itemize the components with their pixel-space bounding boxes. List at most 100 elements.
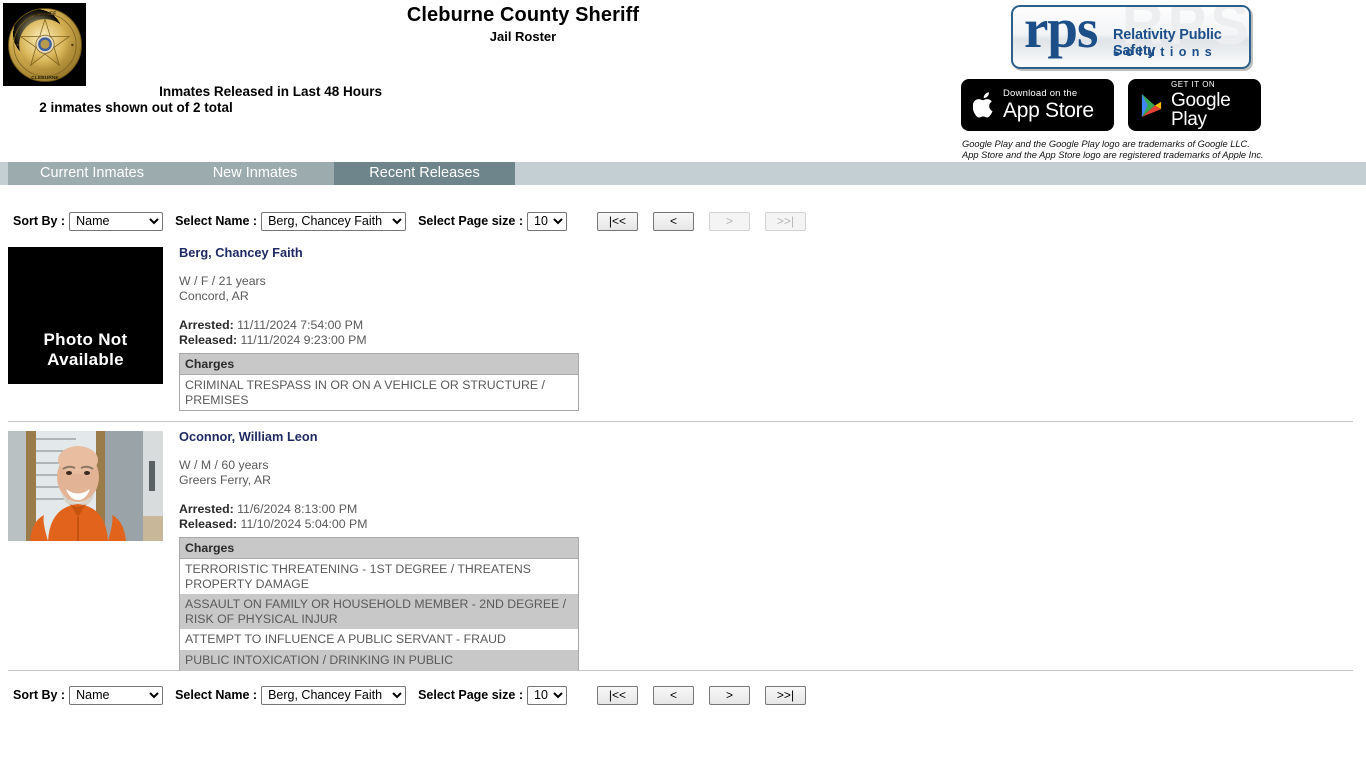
inmate-info: Berg, Chancey Faith W / F / 21 years Conco… (163, 238, 1366, 411)
arrested-value: 11/11/2024 7:54:00 PM (237, 318, 364, 332)
inmate-mugshot (8, 431, 163, 541)
last-page-button[interactable]: >>| (765, 685, 806, 705)
charge-description: PUBLIC INTOXICATION / DRINKING IN PUBLIC (179, 649, 579, 671)
inmate-demographics: W / M / 60 years Greers Ferry, AR (179, 458, 1366, 487)
inmate-dates: Arrested: 11/6/2024 8:13:00 PM Released: … (179, 502, 1366, 531)
legal-line-2: App Store and the App Store logo are reg… (962, 149, 1264, 160)
app-store-button[interactable]: Download on the App Store (961, 79, 1114, 131)
inmate-record: Photo Not Available Berg, Chancey Faith W /… (0, 238, 1366, 411)
charge-row: ATTEMPT TO INFLUENCE A PUBLIC SERVANT - … (179, 629, 579, 650)
page-title: Cleburne County Sheriff (406, 4, 640, 26)
inmate-name-link[interactable]: Berg, Chancey Faith (179, 245, 1366, 261)
arrested-label: Arrested: (179, 318, 234, 332)
charge-description: ATTEMPT TO INFLUENCE A PUBLIC SERVANT - … (179, 629, 579, 650)
charge-description: CRIMINAL TRESPASS IN OR ON A VEHICLE OR … (179, 374, 579, 411)
rps-logo: RPS rps Relativity Public Safety solutio… (1011, 5, 1251, 69)
next-page-button[interactable]: > (709, 685, 750, 705)
charge-row: TERRORISTIC THREATENING - 1ST DEGREE / T… (179, 558, 579, 594)
sort-by-label: Sort By : (13, 214, 66, 228)
next-page-button: > (709, 211, 750, 231)
sort-by-select[interactable]: Name (69, 685, 164, 705)
inmate-info: Oconnor, William Leon W / M / 60 years Gre… (163, 422, 1366, 671)
last-page-button: >>| (765, 211, 806, 231)
inmate-demographics: W / F / 21 years Concord, AR (179, 274, 1366, 303)
released-value: 11/11/2024 9:23:00 PM (240, 332, 367, 347)
inmate-race-sex-age: W / F / 21 years (179, 274, 266, 288)
charges-header-row: Charges (179, 353, 579, 375)
page-header: SHERIFF CLEBURNE Cleburne County Sheriff… (0, 0, 1366, 160)
google-play-big-text: Google Play (1171, 90, 1231, 130)
page-size-select[interactable]: 102550 (527, 685, 567, 705)
charges-column-header: Charges (179, 537, 579, 559)
legal-line-1: Google Play and the Google Play logo are… (962, 139, 1250, 149)
inmate-race-sex-age: W / M / 60 years (179, 458, 269, 472)
prev-page-button[interactable]: < (653, 211, 694, 231)
result-summary: Inmates Released in Last 48 Hours 2 inma… (0, 84, 382, 116)
tab-recent-releases[interactable]: Recent Releases (334, 162, 515, 185)
charge-description: TERRORISTIC THREATENING - 1ST DEGREE / T… (179, 558, 579, 594)
photo-na-line-2: Available (47, 350, 124, 369)
inmate-name-link[interactable]: Oconnor, William Leon (179, 429, 1366, 445)
footer-divider (8, 670, 1353, 671)
svg-text:CLEBURNE: CLEBURNE (31, 75, 59, 81)
sort-by-select[interactable]: Name (69, 211, 164, 231)
page-size-select[interactable]: 102550 (527, 211, 567, 231)
arrested-row: Arrested: 11/6/2024 8:13:00 PM (179, 502, 1366, 517)
photo-na-line-1: Photo Not (43, 330, 128, 349)
select-name-select[interactable]: Berg, Chancey FaithOconnor, William Leon (261, 211, 407, 231)
released-label: Released: (179, 332, 238, 347)
charges-table: Charges TERRORISTIC THREATENING - 1ST DEG… (179, 537, 579, 671)
shown-count: 2 inmates shown out of 2 total (39, 100, 233, 115)
tab-new-inmates[interactable]: New Inmates (176, 162, 334, 185)
prev-page-button[interactable]: < (653, 685, 694, 705)
google-play-label: GET IT ON Google Play (1171, 80, 1249, 130)
toolbar-bottom: Sort By : Name Select Name : Berg, Chancey … (0, 682, 1366, 708)
page-size-label: Select Page size : (418, 214, 523, 228)
arrested-value: 11/6/2024 8:13:00 PM (237, 502, 358, 516)
page-subtitle: Jail Roster (489, 29, 557, 44)
trademark-legal-text: Google Play and the Google Play logo are… (962, 139, 1264, 160)
page-size-label: Select Page size : (418, 688, 523, 702)
app-store-small-text: Download on the (1003, 87, 1078, 99)
released-row: Released: 11/11/2024 9:23:00 PM (179, 333, 1366, 348)
inmate-list: Photo Not Available Berg, Chancey Faith W /… (0, 238, 1366, 671)
charge-row: ASSAULT ON FAMILY OR HOUSEHOLD MEMBER - … (179, 594, 579, 629)
inmate-city-state: Concord, AR (179, 288, 249, 303)
sort-by-label: Sort By : (13, 688, 66, 702)
charge-row: PUBLIC INTOXICATION / DRINKING IN PUBLIC (179, 649, 579, 671)
google-play-small-text: GET IT ON (1171, 80, 1216, 89)
select-name-label: Select Name : (175, 214, 258, 228)
apple-logo-icon (973, 91, 995, 119)
app-store-big-text: App Store (1003, 99, 1094, 123)
tab-current-inmates[interactable]: Current Inmates (8, 162, 176, 185)
charge-row: CRIMINAL TRESPASS IN OR ON A VEHICLE OR … (179, 374, 579, 411)
rps-wordmark: rps (1024, 5, 1098, 59)
inmate-photo-container: Photo Not Available (8, 247, 163, 411)
arrested-label: Arrested: (179, 502, 234, 516)
tab-bar: Current Inmates New Inmates Recent Release… (0, 162, 1366, 185)
google-play-icon (1140, 93, 1163, 118)
select-name-select[interactable]: Berg, Chancey FaithOconnor, William Leon (261, 685, 407, 705)
title-block: Cleburne County Sheriff Jail Roster (0, 4, 1046, 45)
arrested-row: Arrested: 11/11/2024 7:54:00 PM (179, 318, 1366, 333)
charges-table: Charges CRIMINAL TRESPASS IN OR ON A VEHI… (179, 353, 579, 411)
inmate-photo-container (8, 431, 163, 671)
charges-column-header: Charges (179, 353, 579, 375)
app-store-badges: Download on the App Store GET IT ON Goog… (961, 79, 1261, 131)
released-heading: Inmates Released in Last 48 Hours (159, 84, 382, 99)
rps-tagline-2: solutions (1113, 45, 1218, 59)
inmate-dates: Arrested: 11/11/2024 7:54:00 PM Released:… (179, 318, 1366, 347)
charge-description: ASSAULT ON FAMILY OR HOUSEHOLD MEMBER - … (179, 594, 579, 629)
released-label: Released: (179, 516, 238, 531)
toolbar-top: Sort By : Name Select Name : Berg, Chancey … (0, 208, 1366, 234)
first-page-button[interactable]: |<< (597, 211, 638, 231)
inmate-city-state: Greers Ferry, AR (179, 472, 272, 487)
released-row: Released: 11/10/2024 5:04:00 PM (179, 517, 1366, 532)
google-play-button[interactable]: GET IT ON Google Play (1128, 79, 1261, 131)
first-page-button[interactable]: |<< (597, 685, 638, 705)
select-name-label: Select Name : (175, 688, 258, 702)
pagination-controls: |<< < > >>| (597, 211, 806, 231)
pagination-controls: |<< < > >>| (597, 685, 806, 705)
inmate-record: Oconnor, William Leon W / M / 60 years Gre… (0, 422, 1366, 671)
charges-header-row: Charges (179, 537, 579, 559)
